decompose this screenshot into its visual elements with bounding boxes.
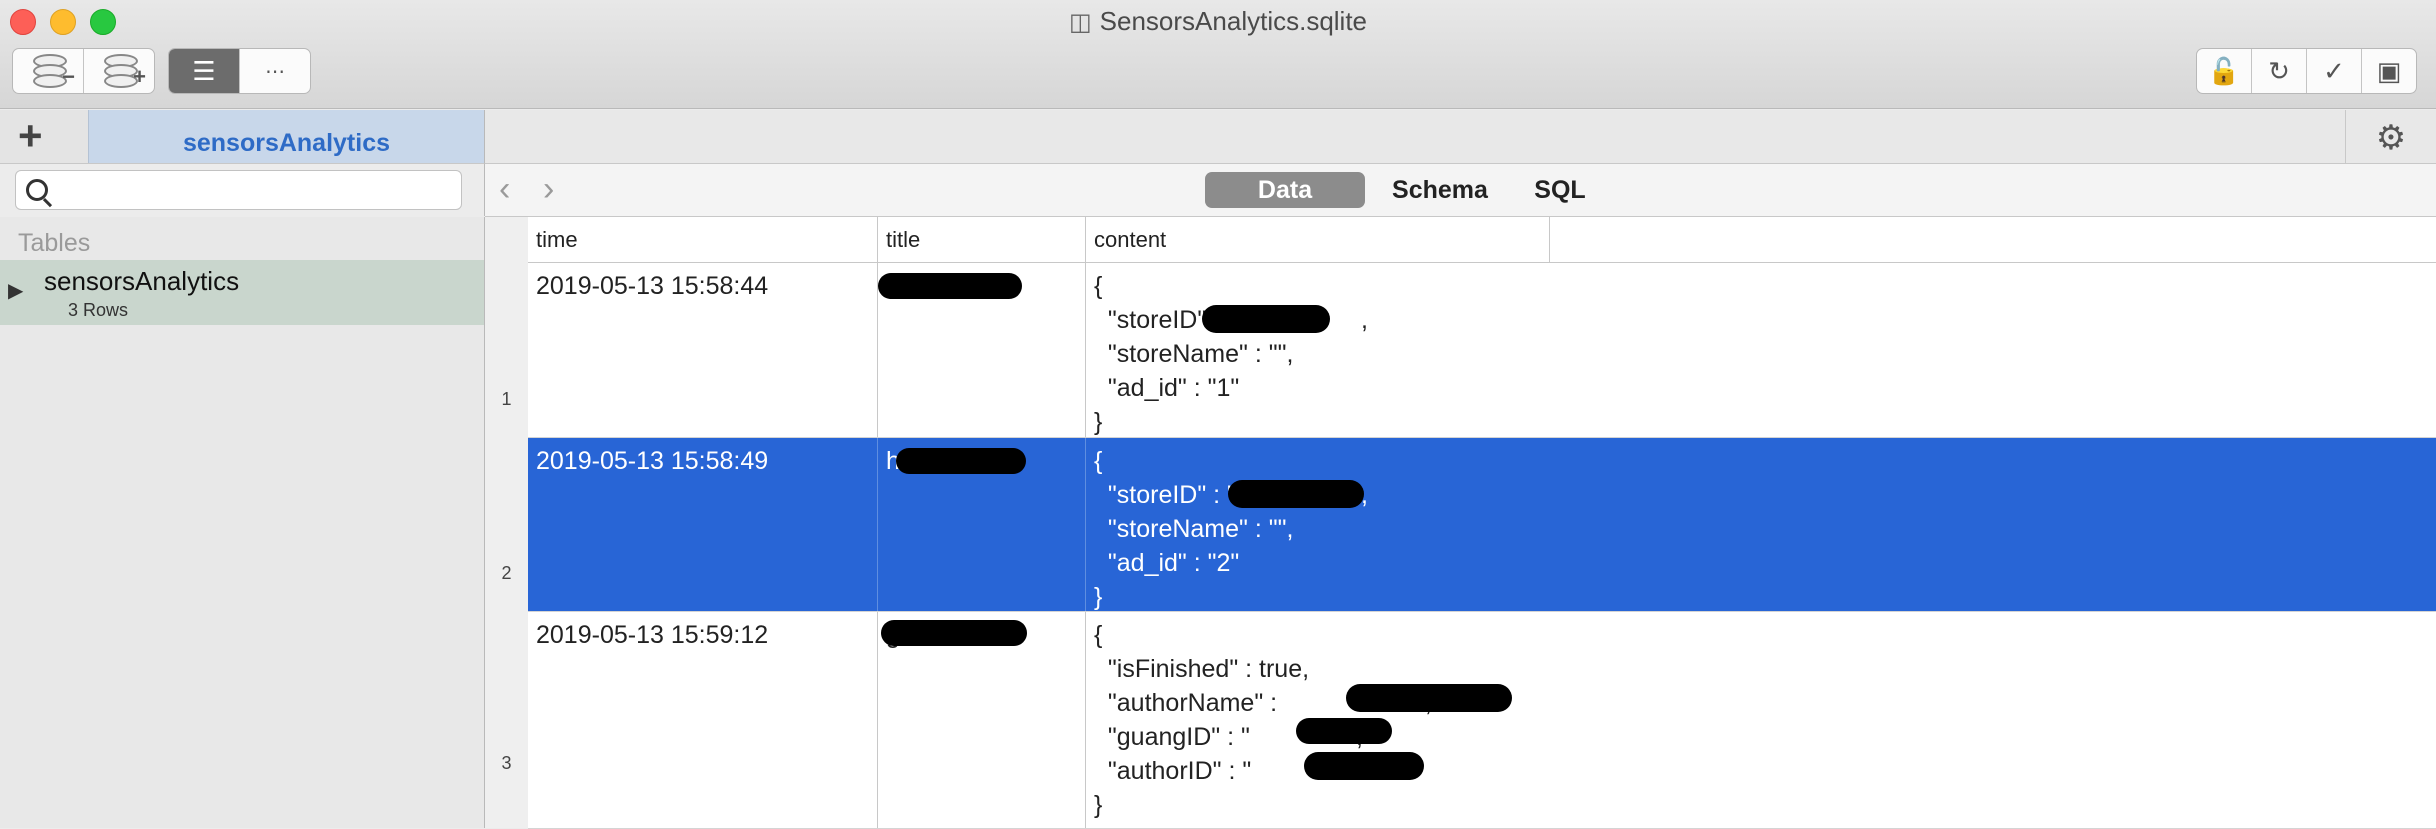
gear-icon: ⚙: [2375, 119, 2407, 157]
table-row-selected[interactable]: 2019-05-13 15:58:49 h { "storeID" : " , …: [528, 438, 2436, 612]
column-header-row: time title content: [528, 217, 2436, 263]
list-view-icon: ☰: [192, 55, 216, 86]
redaction-mark: [1296, 718, 1392, 744]
column-header-time[interactable]: time: [528, 217, 878, 262]
remove-database-button[interactable]: −: [13, 49, 84, 93]
redaction-mark: [1346, 684, 1512, 712]
cell-time[interactable]: 2019-05-13 15:58:49: [528, 438, 878, 611]
cell-content[interactable]: { "isFinished" : true, "authorName" : ",…: [1086, 612, 2436, 828]
window-title: ◫ SensorsAnalytics.sqlite: [1068, 6, 1368, 36]
sidebar-header: + sensorsAnalytics: [0, 110, 485, 164]
cell-time[interactable]: 2019-05-13 15:59:12: [528, 612, 878, 828]
remove-database-icon: −: [31, 54, 75, 89]
refresh-icon: ↻: [2268, 55, 2290, 86]
cell-content[interactable]: { "storeID" : "4 , "storeName" : "", "ad…: [1086, 263, 2436, 437]
tab-schema[interactable]: Schema: [1375, 172, 1505, 208]
lock-button[interactable]: 🔓: [2197, 49, 2252, 93]
add-tab-button[interactable]: +: [18, 114, 43, 158]
cell-content[interactable]: { "storeID" : " , "storeName" : "", "ad_…: [1086, 438, 2436, 611]
commit-button[interactable]: ✓: [2307, 49, 2362, 93]
tab-data[interactable]: Data: [1205, 172, 1365, 208]
content-nav-bar: ‹ › Data Schema SQL: [485, 164, 2436, 217]
row-number: 2: [501, 563, 512, 583]
back-arrow-icon[interactable]: ‹: [499, 170, 510, 209]
redaction-mark: [878, 273, 1022, 299]
search-input[interactable]: [60, 175, 454, 207]
archive-button[interactable]: ▣: [2362, 49, 2416, 93]
column-header-title[interactable]: title: [878, 217, 1086, 262]
disclosure-triangle-icon[interactable]: ▶: [8, 278, 23, 303]
table-row[interactable]: 2019-05-13 15:58:44 np { "storeID" : "4 …: [528, 263, 2436, 438]
grid-view-icon: ⋯: [265, 60, 285, 83]
settings-button[interactable]: ⚙: [2345, 110, 2436, 163]
right-toolbar-buttons: 🔓 ↻ ✓ ▣: [2196, 48, 2417, 94]
window-titlebar: ◫ SensorsAnalytics.sqlite − + ☰ ⋯ 🔓 ↻ ✓ ▣: [0, 0, 2436, 109]
data-grid: 1 2 3 time title content 2019-05-13 15:5…: [485, 217, 2436, 829]
table-name: sensorsAnalytics: [44, 266, 240, 296]
forward-arrow-icon[interactable]: ›: [543, 170, 554, 209]
database-tab[interactable]: sensorsAnalytics: [88, 110, 484, 163]
column-header-content[interactable]: content: [1086, 217, 1550, 262]
add-database-button[interactable]: +: [84, 49, 154, 93]
sidebar: Tables ▶ sensorsAnalytics 3 Rows: [0, 217, 485, 828]
lock-icon: 🔓: [2207, 55, 2241, 86]
table-row[interactable]: 2019-05-13 15:59:12 g { "isFinished" : t…: [528, 612, 2436, 829]
grid-view-button[interactable]: ⋯: [240, 49, 310, 93]
checkmark-icon: ✓: [2323, 55, 2345, 86]
search-icon: [26, 179, 48, 201]
add-database-icon: +: [102, 54, 146, 89]
search-field[interactable]: [15, 170, 462, 210]
redaction-mark: [896, 448, 1026, 474]
content-header: ⚙: [485, 110, 2436, 164]
row-number: 1: [501, 389, 512, 409]
table-row-count: 3 Rows: [68, 300, 129, 320]
row-number: 3: [501, 753, 512, 773]
list-view-button[interactable]: ☰: [169, 49, 240, 93]
view-mode-segmented-control: ☰ ⋯: [168, 48, 311, 94]
redaction-mark: [881, 620, 1027, 646]
sidebar-item-table[interactable]: ▶ sensorsAnalytics 3 Rows: [0, 260, 484, 325]
redaction-mark: [1304, 752, 1424, 780]
row-number-column: 1 2 3: [485, 217, 529, 828]
redaction-mark: [1202, 305, 1330, 333]
redaction-mark: [1228, 480, 1364, 508]
database-buttons: − +: [12, 48, 155, 94]
database-file-icon: ◫: [1068, 9, 1092, 36]
tables-section-label: Tables: [18, 229, 91, 257]
cell-time[interactable]: 2019-05-13 15:58:44: [528, 263, 878, 437]
tab-sql[interactable]: SQL: [1515, 172, 1605, 208]
refresh-button[interactable]: ↻: [2252, 49, 2307, 93]
search-row: [0, 164, 485, 216]
archive-icon: ▣: [2376, 55, 2402, 86]
